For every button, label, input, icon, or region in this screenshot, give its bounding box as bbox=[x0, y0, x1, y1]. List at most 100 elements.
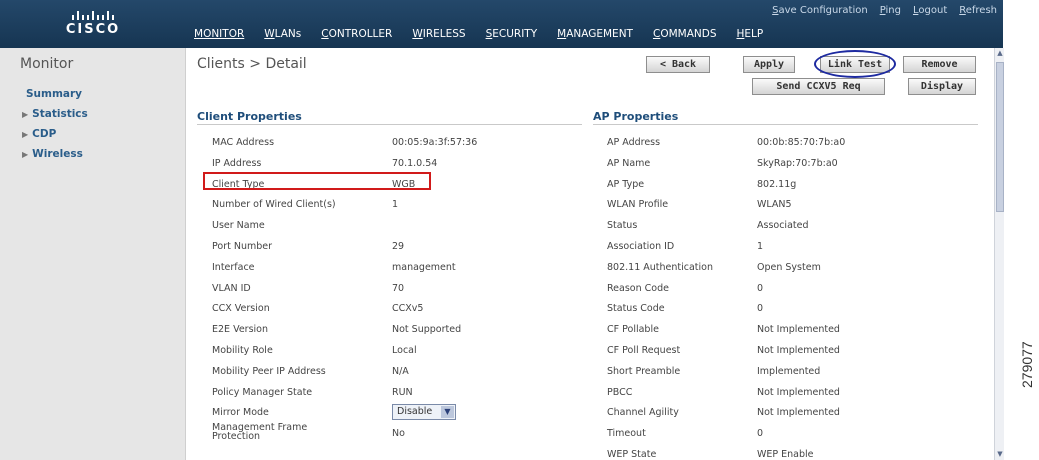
display-button[interactable]: Display bbox=[908, 78, 976, 95]
chevron-down-icon[interactable]: ▼ bbox=[441, 406, 454, 419]
property-value: Open System bbox=[757, 261, 821, 273]
property-label: Channel Agility bbox=[607, 407, 679, 419]
sidebar-item-label: CDP bbox=[32, 128, 57, 140]
main-content: Clients > Detail < Back Apply Link Test … bbox=[186, 48, 994, 460]
breadcrumb: Clients > Detail bbox=[197, 56, 307, 72]
mirror-mode-value: Disable bbox=[397, 406, 433, 418]
property-value: 0 bbox=[757, 303, 764, 315]
property-label: CF Poll Request bbox=[607, 345, 681, 356]
property-label: User Name bbox=[212, 220, 265, 232]
property-label: Short Preamble bbox=[607, 365, 681, 377]
property-value: N/A bbox=[392, 365, 409, 377]
cisco-logo-bars-icon bbox=[58, 6, 128, 20]
client-type-highlight-box bbox=[203, 172, 431, 190]
scroll-up-arrow-icon[interactable]: ▲ bbox=[995, 49, 1005, 59]
top-links: Save Configuration Ping Logout Refresh bbox=[772, 5, 997, 16]
property-label: CCX Version bbox=[212, 303, 270, 315]
scroll-down-arrow-icon[interactable]: ▼ bbox=[995, 450, 1005, 460]
property-value: Not Implemented bbox=[757, 324, 840, 336]
ap-properties-heading: AP Properties bbox=[593, 110, 679, 123]
sidebar-item-summary[interactable]: Summary bbox=[26, 88, 82, 100]
top-bar: CISCO Save Configuration Ping Logout Ref… bbox=[0, 0, 1003, 48]
sidebar-item-wireless[interactable]: ▶ Wireless bbox=[22, 148, 83, 160]
property-value: 70.1.0.54 bbox=[392, 157, 438, 169]
property-label: WEP State bbox=[607, 449, 657, 460]
property-value: 0 bbox=[757, 428, 764, 440]
nav-security[interactable]: SECURITY bbox=[486, 28, 538, 40]
property-label: AP Type bbox=[607, 178, 645, 190]
sidebar: Monitor Summary ▶ Statistics ▶ CDP ▶ Wirele… bbox=[0, 48, 186, 460]
property-label: AP Address bbox=[607, 137, 661, 148]
property-label: Mobility Peer IP Address bbox=[212, 365, 326, 377]
property-value: WEP Enable bbox=[757, 449, 814, 460]
save-configuration-link[interactable]: Save Configuration bbox=[772, 5, 868, 16]
property-label: PBCC bbox=[607, 386, 633, 398]
property-value: 70 bbox=[392, 282, 405, 294]
property-label: Number of Wired Client(s) bbox=[212, 199, 336, 211]
nav-commands[interactable]: COMMANDS bbox=[653, 28, 717, 40]
property-value: Not Implemented bbox=[757, 345, 840, 356]
expand-arrow-icon: ▶ bbox=[22, 130, 29, 139]
property-value: 802.11g bbox=[757, 178, 797, 190]
remove-button[interactable]: Remove bbox=[903, 56, 976, 73]
property-label: Policy Manager State bbox=[212, 386, 313, 398]
property-label: Timeout bbox=[607, 428, 646, 440]
property-value: RUN bbox=[392, 386, 413, 398]
property-value: management bbox=[392, 261, 456, 273]
sidebar-item-statistics[interactable]: ▶ Statistics bbox=[22, 108, 88, 120]
property-value: 0 bbox=[757, 282, 764, 294]
apply-button[interactable]: Apply bbox=[743, 56, 795, 73]
property-value: Implemented bbox=[757, 365, 821, 377]
divider bbox=[197, 124, 582, 125]
property-value: 00:05:9a:3f:57:36 bbox=[392, 137, 478, 148]
back-button[interactable]: < Back bbox=[646, 56, 710, 73]
property-label: Mobility Role bbox=[212, 345, 273, 356]
cisco-logo: CISCO bbox=[58, 6, 128, 37]
property-label: Reason Code bbox=[607, 282, 669, 294]
sidebar-item-label: Statistics bbox=[32, 108, 88, 120]
property-value: 1 bbox=[392, 199, 399, 211]
nav-management[interactable]: MANAGEMENT bbox=[557, 28, 633, 40]
main-nav: MONITOR WLANs CONTROLLER WIRELESS SECURI… bbox=[194, 28, 783, 40]
mirror-mode-select[interactable]: Disable ▼ bbox=[392, 404, 456, 421]
client-properties-heading: Client Properties bbox=[197, 110, 302, 123]
property-value: 00:0b:85:70:7b:a0 bbox=[757, 137, 846, 148]
property-label: IP Address bbox=[212, 157, 262, 169]
scrollbar-thumb[interactable] bbox=[996, 62, 1004, 212]
property-label: Mirror Mode bbox=[212, 407, 269, 419]
property-value: Associated bbox=[757, 220, 809, 232]
property-label: 802.11 Authentication bbox=[607, 261, 713, 273]
property-label: VLAN ID bbox=[212, 282, 251, 294]
property-value: Local bbox=[392, 345, 417, 356]
sidebar-title: Monitor bbox=[20, 56, 74, 72]
property-label: Status bbox=[607, 220, 638, 232]
property-label: Interface bbox=[212, 261, 255, 273]
nav-wireless[interactable]: WIRELESS bbox=[412, 28, 465, 40]
logout-link[interactable]: Logout bbox=[913, 5, 947, 16]
property-label: Status Code bbox=[607, 303, 665, 315]
property-value: Not Implemented bbox=[757, 407, 840, 419]
figure-number: 279077 bbox=[1019, 341, 1035, 388]
nav-wlans[interactable]: WLANs bbox=[264, 28, 301, 40]
refresh-link[interactable]: Refresh bbox=[959, 5, 997, 16]
send-ccxv5-req-button[interactable]: Send CCXV5 Req bbox=[752, 78, 885, 95]
nav-monitor[interactable]: MONITOR bbox=[194, 28, 244, 40]
property-label: Association ID bbox=[607, 241, 675, 252]
property-label: E2E Version bbox=[212, 324, 269, 336]
ping-link[interactable]: Ping bbox=[880, 5, 901, 16]
expand-arrow-icon: ▶ bbox=[22, 110, 29, 119]
expand-arrow-icon: ▶ bbox=[22, 150, 29, 159]
nav-help[interactable]: HELP bbox=[736, 28, 763, 40]
sidebar-item-cdp[interactable]: ▶ CDP bbox=[22, 128, 56, 140]
nav-controller[interactable]: CONTROLLER bbox=[321, 28, 392, 40]
property-value: 29 bbox=[392, 241, 405, 252]
vertical-scrollbar[interactable]: ▲ ▼ bbox=[994, 48, 1004, 460]
property-label: MAC Address bbox=[212, 137, 275, 148]
highlight-oval bbox=[814, 50, 896, 78]
property-value: No bbox=[392, 428, 405, 440]
property-value: Not Implemented bbox=[757, 386, 840, 398]
property-value: SkyRap:70:7b:a0 bbox=[757, 157, 838, 169]
divider bbox=[593, 124, 978, 125]
property-value: 1 bbox=[757, 241, 764, 252]
sidebar-item-label: Wireless bbox=[32, 148, 83, 160]
